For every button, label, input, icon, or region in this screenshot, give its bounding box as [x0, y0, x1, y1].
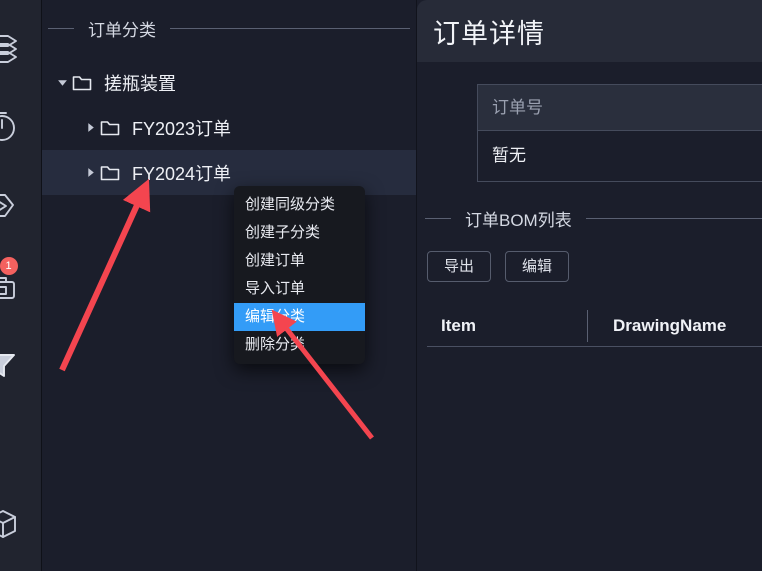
tree-node-label: 搓瓶装置 — [104, 73, 176, 94]
bom-section-header: 订单BOM列表 — [417, 206, 762, 231]
menu-item-create-sibling-category[interactable]: 创建同级分类 — [234, 191, 365, 219]
bom-section-title: 订单BOM列表 — [465, 211, 572, 230]
cube-icon — [0, 507, 20, 541]
rail-item-signal[interactable] — [0, 412, 42, 478]
order-number-table: 订单号 暂无 — [477, 84, 762, 182]
bom-column-drawingname: DrawingName — [613, 316, 727, 335]
header-rule-left — [48, 27, 74, 29]
export-button[interactable]: 导出 — [427, 251, 491, 282]
folder-icon — [72, 74, 98, 92]
rail-item-funnel[interactable] — [0, 332, 42, 398]
folder-icon — [100, 119, 126, 137]
funnel-icon — [0, 348, 20, 382]
chevron-down-icon[interactable] — [52, 77, 72, 88]
context-menu: 创建同级分类 创建子分类 创建订单 导入订单 编辑分类 删除分类 — [234, 186, 365, 364]
panel-header: 订单分类 — [42, 0, 416, 56]
rail-item-timer[interactable] — [0, 94, 42, 160]
rail-item-toolbox[interactable]: 1 — [0, 253, 42, 319]
bom-action-buttons: 导出 编辑 — [427, 251, 762, 282]
left-icon-rail: 1 — [0, 0, 42, 571]
section-rule-right — [585, 218, 762, 219]
edit-button[interactable]: 编辑 — [505, 251, 569, 282]
tree-node-fy2023[interactable]: FY2023订单 — [42, 105, 416, 150]
bom-column-item: Item — [441, 316, 476, 335]
menu-item-create-order[interactable]: 创建订单 — [234, 247, 365, 275]
order-table-value-cell: 暂无 — [478, 131, 762, 181]
order-table-header-cell: 订单号 — [478, 85, 762, 131]
layers-icon — [0, 30, 20, 64]
menu-item-delete-category[interactable]: 删除分类 — [234, 331, 365, 359]
share-icon — [0, 189, 20, 223]
header-rule-right — [170, 27, 410, 29]
menu-item-import-order[interactable]: 导入订单 — [234, 275, 365, 303]
rail-item-layers[interactable] — [0, 14, 42, 80]
bom-table-header-row: Item DrawingName — [427, 306, 762, 347]
section-rule-left — [425, 218, 451, 219]
signal-icon — [0, 428, 20, 462]
chevron-right-icon[interactable] — [80, 122, 100, 133]
order-detail-panel: 订单详情 订单号 暂无 订单BOM列表 导出 编辑 Item DrawingNa… — [417, 0, 762, 571]
detail-header: 订单详情 — [417, 0, 762, 62]
chevron-right-icon[interactable] — [80, 167, 100, 178]
tree-node-label: FY2023订单 — [132, 118, 232, 139]
order-category-panel: 订单分类 搓瓶装置 FY2023订单 FY2024订单 创建同级分类 创建子分类… — [42, 0, 417, 571]
panel-title: 订单分类 — [88, 20, 156, 40]
menu-item-edit-category[interactable]: 编辑分类 — [234, 303, 365, 331]
tree-node-label: FY2024订单 — [132, 163, 232, 184]
timer-icon — [0, 109, 20, 143]
app-window: 1 订单分类 搓瓶装置 FY2023订单 FY2024订单 创建同级分类 创建子… — [0, 0, 762, 571]
rail-item-cube[interactable] — [0, 491, 42, 557]
menu-item-create-child-category[interactable]: 创建子分类 — [234, 219, 365, 247]
folder-icon — [100, 164, 126, 182]
rail-item-share[interactable] — [0, 173, 42, 239]
notification-badge: 1 — [0, 256, 18, 275]
category-tree: 搓瓶装置 FY2023订单 FY2024订单 — [42, 56, 416, 195]
page-title: 订单详情 — [433, 18, 545, 49]
tree-node-root[interactable]: 搓瓶装置 — [42, 60, 416, 105]
